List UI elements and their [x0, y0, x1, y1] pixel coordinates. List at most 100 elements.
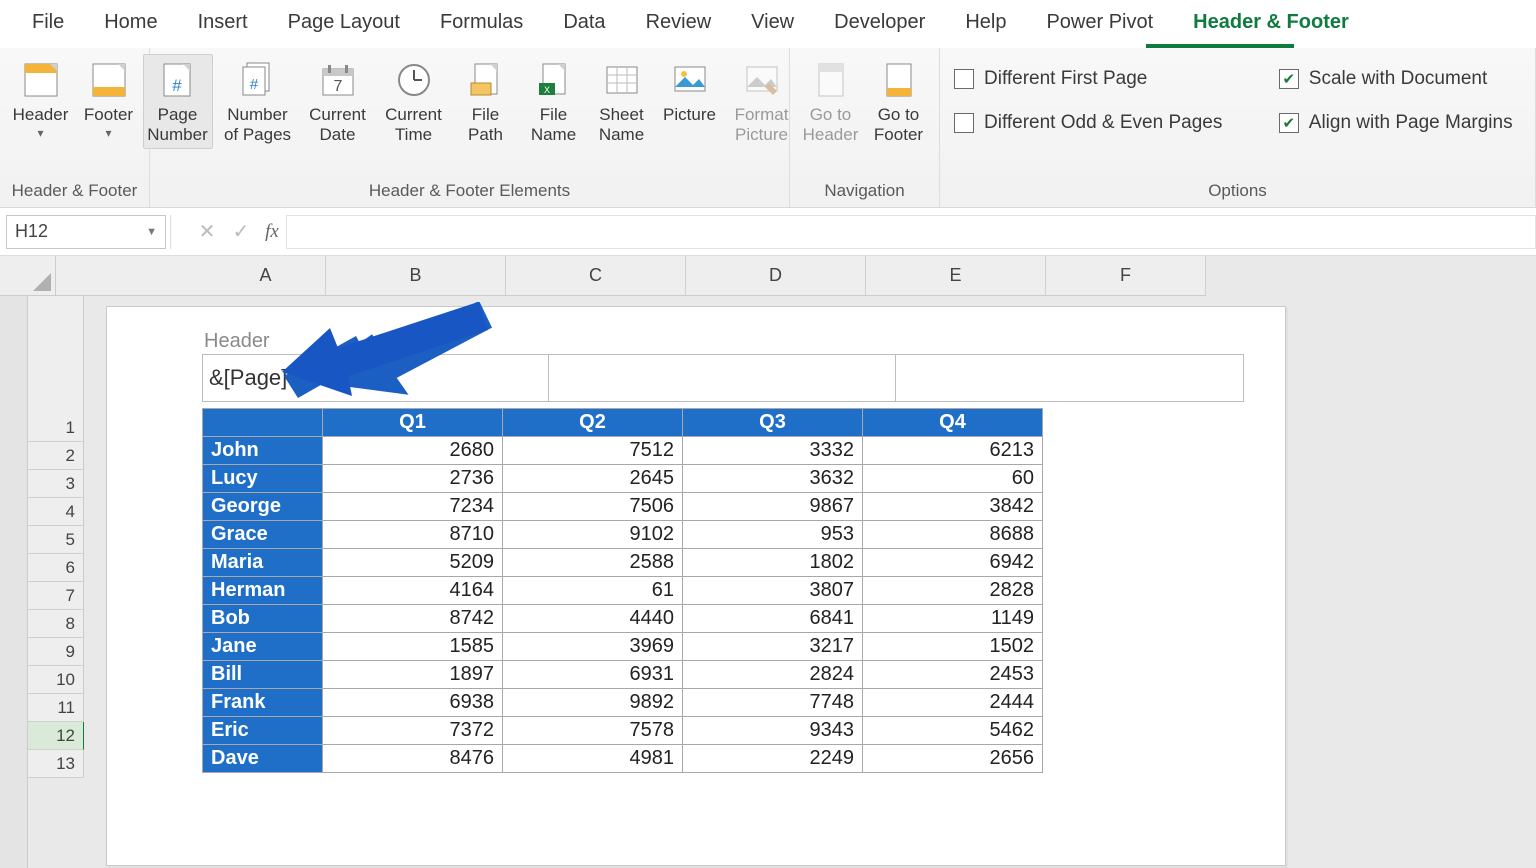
row-5[interactable]: 5: [28, 526, 84, 554]
row-value-cell[interactable]: 8476: [323, 745, 503, 773]
row-value-cell[interactable]: 8688: [863, 521, 1043, 549]
tab-file[interactable]: File: [12, 3, 84, 44]
row-value-cell[interactable]: 7234: [323, 493, 503, 521]
row-value-cell[interactable]: 8742: [323, 605, 503, 633]
row-value-cell[interactable]: 2736: [323, 465, 503, 493]
row-value-cell[interactable]: 1802: [683, 549, 863, 577]
row-value-cell[interactable]: 1502: [863, 633, 1043, 661]
tab-home[interactable]: Home: [84, 3, 177, 44]
row-value-cell[interactable]: 9892: [503, 689, 683, 717]
col-A[interactable]: A: [206, 256, 326, 296]
row-value-cell[interactable]: 7512: [503, 437, 683, 465]
goto-footer-button[interactable]: Go to Footer: [868, 54, 930, 149]
row-value-cell[interactable]: 4981: [503, 745, 683, 773]
col-B[interactable]: B: [326, 256, 506, 296]
row-value-cell[interactable]: 7748: [683, 689, 863, 717]
number-of-pages-button[interactable]: # Number of Pages: [219, 54, 297, 149]
opt-align[interactable]: ✔ Align with Page Margins: [1275, 106, 1525, 140]
select-all-corner[interactable]: [0, 256, 56, 296]
row-name-cell[interactable]: Bill: [203, 661, 323, 689]
row-value-cell[interactable]: 3807: [683, 577, 863, 605]
opt-diff-first[interactable]: Different First Page: [950, 62, 1235, 96]
tab-power-pivot[interactable]: Power Pivot: [1026, 3, 1173, 44]
data-table[interactable]: Q1Q2Q3Q4 John2680751233326213Lucy2736264…: [202, 408, 1043, 773]
table-row[interactable]: John2680751233326213: [203, 437, 1043, 465]
footer-button[interactable]: Footer ▾: [78, 54, 140, 145]
table-header[interactable]: Q4: [863, 409, 1043, 437]
row-name-cell[interactable]: Jane: [203, 633, 323, 661]
tab-formulas[interactable]: Formulas: [420, 3, 543, 44]
row-value-cell[interactable]: 9343: [683, 717, 863, 745]
row-value-cell[interactable]: 6942: [863, 549, 1043, 577]
chevron-down-icon[interactable]: ▼: [146, 226, 157, 238]
row-3[interactable]: 3: [28, 470, 84, 498]
row-value-cell[interactable]: 3632: [683, 465, 863, 493]
col-D[interactable]: D: [686, 256, 866, 296]
table-row[interactable]: Jane1585396932171502: [203, 633, 1043, 661]
row-value-cell[interactable]: 2680: [323, 437, 503, 465]
file-name-button[interactable]: X File Name: [523, 54, 585, 149]
row-name-cell[interactable]: Maria: [203, 549, 323, 577]
current-time-button[interactable]: Current Time: [379, 54, 449, 149]
current-date-button[interactable]: 7 Current Date: [303, 54, 373, 149]
table-row[interactable]: Maria5209258818026942: [203, 549, 1043, 577]
cancel-icon[interactable]: ✕: [190, 219, 224, 244]
tab-developer[interactable]: Developer: [814, 3, 945, 44]
row-value-cell[interactable]: 60: [863, 465, 1043, 493]
file-path-button[interactable]: File Path: [455, 54, 517, 149]
table-header[interactable]: Q1: [323, 409, 503, 437]
row-value-cell[interactable]: 7506: [503, 493, 683, 521]
col-E[interactable]: E: [866, 256, 1046, 296]
row-name-cell[interactable]: John: [203, 437, 323, 465]
col-C[interactable]: C: [506, 256, 686, 296]
row-name-cell[interactable]: Frank: [203, 689, 323, 717]
formula-input[interactable]: [286, 215, 1536, 249]
row-value-cell[interactable]: 9102: [503, 521, 683, 549]
row-value-cell[interactable]: 3332: [683, 437, 863, 465]
row-value-cell[interactable]: 9867: [683, 493, 863, 521]
row-value-cell[interactable]: 2645: [503, 465, 683, 493]
row-11[interactable]: 11: [28, 694, 84, 722]
table-row[interactable]: Frank6938989277482444: [203, 689, 1043, 717]
row-12[interactable]: 12: [28, 722, 84, 750]
row-value-cell[interactable]: 61: [503, 577, 683, 605]
table-row[interactable]: Dave8476498122492656: [203, 745, 1043, 773]
row-value-cell[interactable]: 953: [683, 521, 863, 549]
row-1[interactable]: 1: [28, 414, 84, 442]
row-value-cell[interactable]: 1897: [323, 661, 503, 689]
header-center-input[interactable]: [549, 355, 896, 401]
row-value-cell[interactable]: 1585: [323, 633, 503, 661]
opt-diff-oddeven[interactable]: Different Odd & Even Pages: [950, 106, 1235, 140]
row-value-cell[interactable]: 2656: [863, 745, 1043, 773]
row-value-cell[interactable]: 6213: [863, 437, 1043, 465]
page-number-button[interactable]: # Page Number: [143, 54, 213, 149]
tab-review[interactable]: Review: [626, 3, 732, 44]
tab-view[interactable]: View: [731, 3, 814, 44]
table-row[interactable]: Bob8742444068411149: [203, 605, 1043, 633]
row-name-cell[interactable]: Bob: [203, 605, 323, 633]
row-name-cell[interactable]: Grace: [203, 521, 323, 549]
table-row[interactable]: George7234750698673842: [203, 493, 1043, 521]
row-value-cell[interactable]: 2588: [503, 549, 683, 577]
row-value-cell[interactable]: 1149: [863, 605, 1043, 633]
table-row[interactable]: Bill1897693128242453: [203, 661, 1043, 689]
header-right-input[interactable]: [896, 355, 1243, 401]
row-value-cell[interactable]: 4164: [323, 577, 503, 605]
row-value-cell[interactable]: 2249: [683, 745, 863, 773]
sheet-name-button[interactable]: Sheet Name: [591, 54, 653, 149]
row-name-cell[interactable]: Lucy: [203, 465, 323, 493]
row-2[interactable]: 2: [28, 442, 84, 470]
row-7[interactable]: 7: [28, 582, 84, 610]
row-name-cell[interactable]: Eric: [203, 717, 323, 745]
table-row[interactable]: Herman41646138072828: [203, 577, 1043, 605]
row-value-cell[interactable]: 5209: [323, 549, 503, 577]
name-box[interactable]: H12 ▼: [6, 215, 166, 249]
tab-data[interactable]: Data: [543, 3, 625, 44]
row-value-cell[interactable]: 2828: [863, 577, 1043, 605]
table-row[interactable]: Eric7372757893435462: [203, 717, 1043, 745]
tab-insert[interactable]: Insert: [178, 3, 268, 44]
header-button[interactable]: Header ▾: [10, 54, 72, 145]
row-13[interactable]: 13: [28, 750, 84, 778]
table-row[interactable]: Lucy27362645363260: [203, 465, 1043, 493]
fx-icon[interactable]: fx: [258, 221, 286, 243]
